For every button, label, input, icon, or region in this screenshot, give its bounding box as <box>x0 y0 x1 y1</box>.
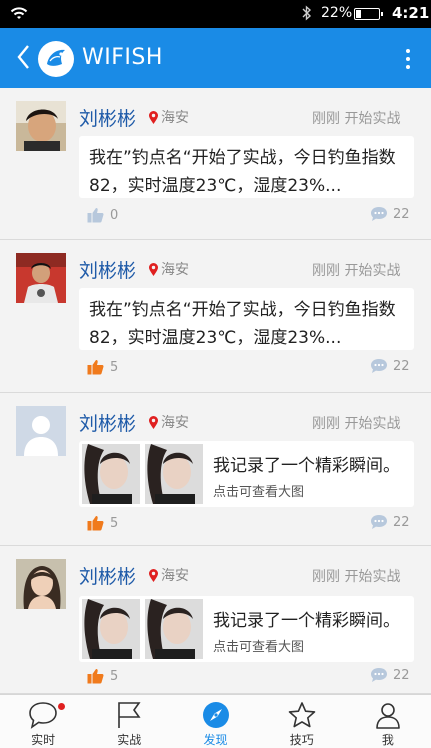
comment-count: 22 <box>393 667 410 683</box>
status-bar: 22% 4:21 <box>0 0 431 28</box>
app-title: WIFISH <box>82 45 163 70</box>
media-title: 我记录了一个精彩瞬间。 <box>213 456 400 476</box>
location-pin-icon <box>149 262 158 276</box>
feed-post[interactable]: 刘彬彬 海安 刚刚 开始实战 我在”钓点名“开始了实战，今日钓鱼指数82，实时温… <box>0 240 431 393</box>
comment-bubble-icon <box>371 668 387 682</box>
wifi-icon <box>10 5 28 25</box>
location-pin-icon <box>149 568 158 582</box>
location: 海安 <box>148 259 189 279</box>
more-menu-icon[interactable] <box>400 46 416 72</box>
compass-icon <box>202 702 229 728</box>
location: 海安 <box>148 107 189 127</box>
like-count: 0 <box>110 207 119 223</box>
nav-tab-discover[interactable]: 发现 <box>172 695 258 748</box>
feed-post[interactable]: 刘彬彬 海安 刚刚 开始实战 我记录了一个精彩瞬间。 点击可查看大图 5 22 <box>0 393 431 546</box>
comment-button[interactable]: 22 <box>370 358 410 374</box>
location-pin-icon <box>149 415 158 429</box>
like-count: 5 <box>110 668 119 684</box>
comment-count: 22 <box>393 514 410 530</box>
nav-tab-realtime[interactable]: 实时 <box>0 695 86 748</box>
app-bar: WIFISH <box>0 28 431 88</box>
comment-count: 22 <box>393 358 410 374</box>
post-content[interactable]: 我在”钓点名“开始了实战，今日钓鱼指数82，实时温度23℃，湿度23%... <box>79 136 414 198</box>
user-name[interactable]: 刘彬彬 <box>79 256 136 283</box>
location: 海安 <box>148 412 189 432</box>
post-meta: 刚刚 开始实战 <box>312 111 401 127</box>
default-avatar-icon[interactable] <box>16 406 66 456</box>
comment-count: 22 <box>393 206 410 222</box>
nav-tab-battle[interactable]: 实战 <box>86 695 172 748</box>
post-meta: 刚刚 开始实战 <box>312 569 401 585</box>
person-icon <box>376 703 400 729</box>
photo-thumbnail[interactable] <box>82 444 140 504</box>
nav-tab-me[interactable]: 我 <box>345 695 431 748</box>
media-title: 我记录了一个精彩瞬间。 <box>213 611 400 631</box>
location: 海安 <box>148 565 189 585</box>
nav-tab-tips[interactable]: 技巧 <box>259 695 345 748</box>
bottom-nav: 实时 实战 发现 技巧 我 <box>0 694 431 748</box>
photo-thumbnail[interactable] <box>145 444 203 504</box>
thumbs-up-icon <box>87 516 104 531</box>
bluetooth-icon <box>302 5 312 25</box>
chat-bubble-icon <box>29 702 57 729</box>
comment-button[interactable]: 22 <box>370 667 410 683</box>
like-button[interactable]: 5 <box>87 668 118 684</box>
flag-icon <box>118 702 141 728</box>
like-button[interactable]: 0 <box>87 207 118 223</box>
like-button[interactable]: 5 <box>87 359 118 375</box>
comment-button[interactable]: 22 <box>370 514 410 530</box>
comment-bubble-icon <box>371 359 387 373</box>
media-hint: 点击可查看大图 <box>213 485 305 500</box>
clock: 4:21 <box>392 4 430 22</box>
thumbs-up-icon <box>87 669 104 684</box>
comment-button[interactable]: 22 <box>370 206 410 222</box>
user-name[interactable]: 刘彬彬 <box>79 562 136 589</box>
comment-bubble-icon <box>371 515 387 529</box>
post-media[interactable]: 我记录了一个精彩瞬间。 点击可查看大图 <box>79 441 414 507</box>
thumbs-up-icon <box>87 208 104 223</box>
post-content[interactable]: 我在”钓点名“开始了实战，今日钓鱼指数82，实时温度23℃，湿度23%... <box>79 288 414 350</box>
battery-icon <box>354 8 383 20</box>
feed-post[interactable]: 刘彬彬 海安 刚刚 开始实战 我记录了一个精彩瞬间。 点击可查看大图 5 22 <box>0 546 431 694</box>
media-hint: 点击可查看大图 <box>213 640 305 655</box>
post-meta: 刚刚 开始实战 <box>312 263 401 279</box>
user-name[interactable]: 刘彬彬 <box>79 104 136 131</box>
battery-percent: 22% <box>321 5 353 21</box>
like-count: 5 <box>110 359 119 375</box>
photo-thumbnail[interactable] <box>82 599 140 659</box>
post-meta: 刚刚 开始实战 <box>312 416 401 432</box>
like-button[interactable]: 5 <box>87 515 118 531</box>
feed-post[interactable]: 刘彬彬 海安 刚刚 开始实战 我在”钓点名“开始了实战，今日钓鱼指数82，实时温… <box>0 88 431 240</box>
avatar[interactable] <box>16 559 66 609</box>
like-count: 5 <box>110 515 119 531</box>
location-pin-icon <box>149 110 158 124</box>
back-arrow-icon[interactable] <box>14 42 34 72</box>
comment-bubble-icon <box>371 207 387 221</box>
post-media[interactable]: 我记录了一个精彩瞬间。 点击可查看大图 <box>79 596 414 662</box>
thumbs-up-icon <box>87 360 104 375</box>
avatar[interactable] <box>16 101 66 151</box>
star-icon <box>288 702 316 728</box>
notification-dot <box>58 703 65 710</box>
fish-logo-icon <box>38 41 74 77</box>
avatar[interactable] <box>16 253 66 303</box>
photo-thumbnail[interactable] <box>145 599 203 659</box>
screen: 22% 4:21 WIFISH 刘彬彬 海安 刚刚 开始实战 我在”钓点名“开始… <box>0 0 431 748</box>
user-name[interactable]: 刘彬彬 <box>79 409 136 436</box>
